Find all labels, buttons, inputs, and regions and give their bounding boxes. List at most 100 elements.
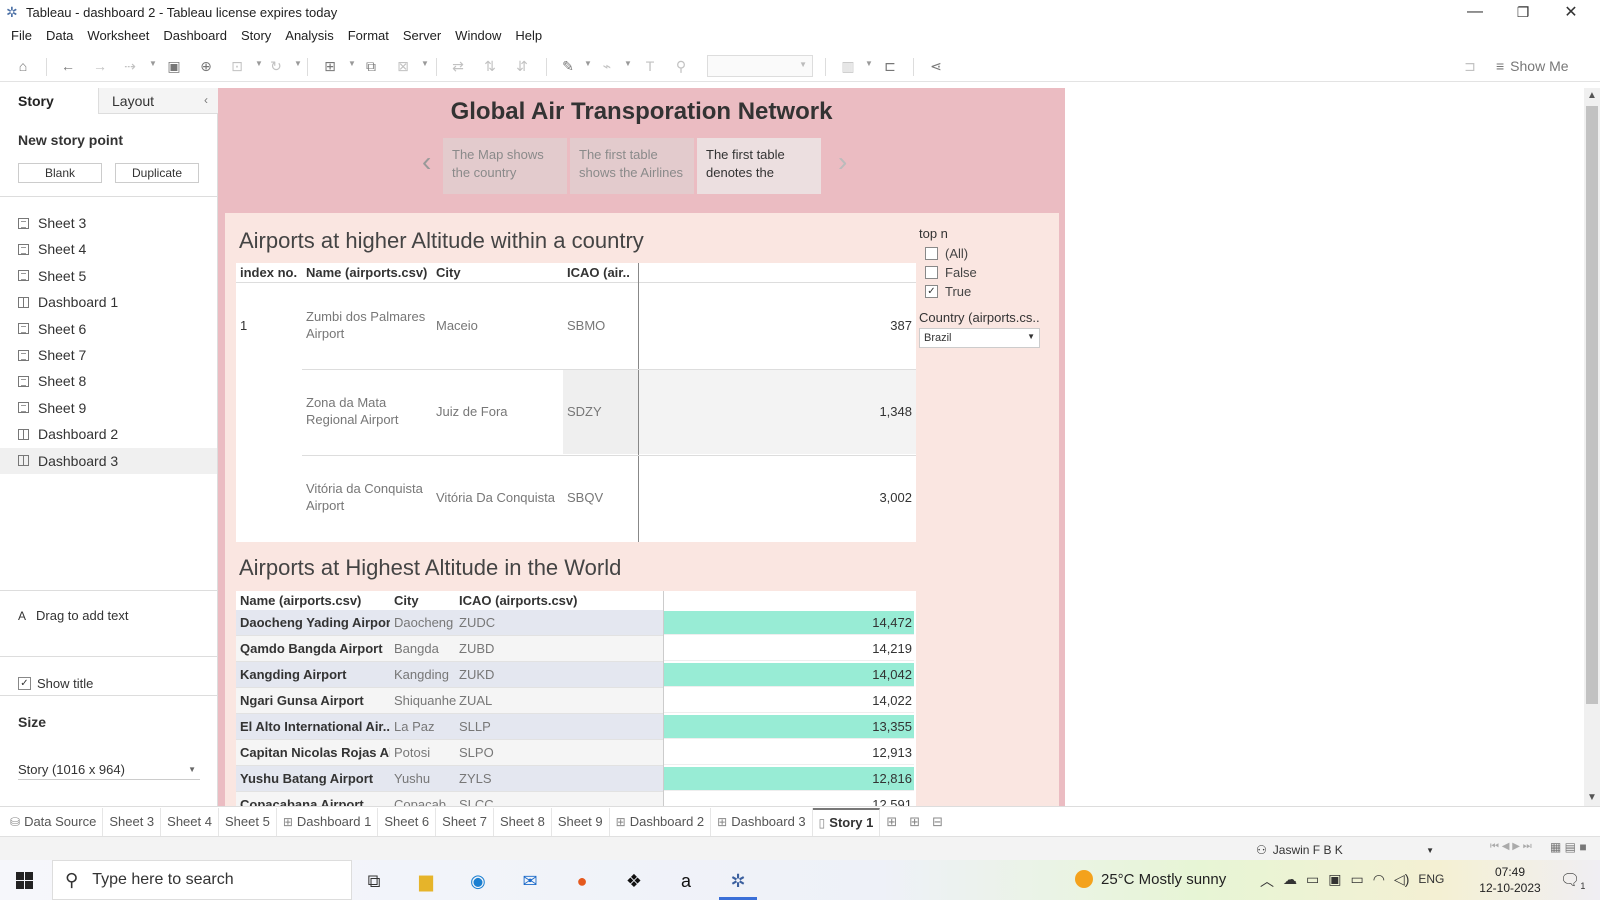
blank-button[interactable]: Blank	[18, 163, 102, 183]
tab-sheet-5[interactable]: Sheet 5	[219, 807, 277, 836]
home-icon[interactable]: ⌂	[13, 56, 33, 76]
redo-icon[interactable]: →	[90, 56, 110, 76]
collapse-panel-icon[interactable]: ‹	[204, 93, 208, 107]
table1[interactable]: index no. Name (airports.csv) City ICAO (ai…	[236, 263, 916, 542]
tab-layout[interactable]: Layout	[98, 88, 218, 114]
chevron-up-icon[interactable]: ︿	[1260, 871, 1274, 891]
new-dashboard-tab-icon[interactable]: ⊞	[903, 814, 926, 830]
fit-combo[interactable]: ▼	[707, 55, 813, 77]
sheet-item-dashboard-3[interactable]: Dashboard 3	[0, 447, 217, 474]
menu-server[interactable]: Server	[396, 28, 448, 43]
user-menu[interactable]: ⚇ Jaswin F B K ▼	[1252, 841, 1438, 859]
volume-icon[interactable]: ◁)	[1394, 871, 1409, 891]
filter-option-all[interactable]: (All)	[925, 246, 968, 261]
table2[interactable]: Name (airports.csv) City ICAO (airports.cs…	[236, 591, 916, 806]
sheet-item-sheet-6[interactable]: Sheet 6	[0, 316, 217, 342]
prev-story-point-icon[interactable]: ‹	[422, 146, 431, 178]
cloud-icon[interactable]: ☁	[1283, 871, 1297, 891]
tab-data-source[interactable]: ⛁ Data Source	[4, 807, 104, 836]
story-point-3[interactable]: The first table denotes the	[697, 138, 821, 194]
menu-format[interactable]: Format	[341, 28, 396, 43]
vertical-scrollbar[interactable]: ▲ ▼	[1584, 88, 1600, 806]
menu-story[interactable]: Story	[234, 28, 278, 43]
device-icon[interactable]: ▭	[1306, 871, 1319, 891]
tab-sheet-9[interactable]: Sheet 9	[552, 807, 610, 836]
story-point-2[interactable]: The first table shows the Airlines	[570, 138, 694, 194]
taskbar-search[interactable]: ⚲ Type here to search	[52, 860, 352, 900]
menu-dashboard[interactable]: Dashboard	[156, 28, 234, 43]
tab-sheet-6[interactable]: Sheet 6	[378, 807, 437, 836]
scroll-down-icon[interactable]: ▼	[1587, 792, 1597, 803]
close-button[interactable]: ✕	[1548, 0, 1594, 24]
sheet-item-sheet-7[interactable]: Sheet 7	[0, 342, 217, 368]
table1-header[interactable]: City	[436, 265, 461, 280]
fit-icon[interactable]: ▥	[838, 56, 858, 76]
tab-sheet-4[interactable]: Sheet 4	[161, 807, 219, 836]
table1-header[interactable]: Name (airports.csv)	[306, 265, 427, 280]
weather-widget[interactable]: 25°C Mostly sunny	[1075, 870, 1226, 888]
filter-option-false[interactable]: False	[925, 265, 977, 280]
sheet-item-dashboard-2[interactable]: Dashboard 2	[0, 421, 217, 447]
story-point-1[interactable]: The Map shows the country	[443, 138, 567, 194]
sheet-item-dashboard-1[interactable]: Dashboard 1	[0, 289, 217, 315]
page-nav-icons[interactable]: ⏮ ◀ ▶ ⏭	[1490, 841, 1532, 852]
table1-header[interactable]: ICAO (air..	[567, 265, 630, 280]
tab-dashboard-2[interactable]: ⊞ Dashboard 2	[610, 807, 712, 836]
scroll-up-icon[interactable]: ▲	[1587, 90, 1597, 101]
sort-descending-icon[interactable]: ⇵	[512, 56, 532, 76]
save-icon[interactable]: ▣	[164, 56, 184, 76]
amazon-icon[interactable]: a	[673, 868, 699, 894]
tab-dashboard-3[interactable]: ⊞ Dashboard 3	[711, 807, 813, 836]
edge-icon[interactable]: ◉	[465, 868, 491, 894]
show-title-checkbox[interactable]: ✓ Show title	[18, 676, 93, 691]
mail-icon[interactable]: ✉	[517, 868, 543, 894]
tooltip-icon[interactable]: ⊐	[1460, 56, 1480, 76]
menu-help[interactable]: Help	[508, 28, 549, 43]
table2-header[interactable]: Name (airports.csv)	[240, 593, 361, 608]
show-me-button[interactable]: ≡ Show Me	[1496, 56, 1569, 76]
presentation-mode-icon[interactable]: ⊏	[880, 56, 900, 76]
clock[interactable]: 07:49 12-10-2023	[1475, 864, 1545, 896]
firefox-icon[interactable]: ●	[569, 868, 595, 894]
replay-icon[interactable]: ⇢	[120, 56, 140, 76]
tab-sheet-7[interactable]: Sheet 7	[436, 807, 494, 836]
sheet-item-sheet-8[interactable]: Sheet 8	[0, 368, 217, 394]
new-worksheet-icon[interactable]: ⊞	[320, 56, 340, 76]
pause-updates-icon[interactable]: ⊡	[227, 56, 247, 76]
task-view-icon[interactable]: ⧉	[361, 868, 387, 894]
country-select[interactable]: Brazil ▼	[919, 328, 1040, 348]
share-icon[interactable]: ⋖	[926, 56, 946, 76]
undo-icon[interactable]: ←	[58, 56, 78, 76]
new-data-source-icon[interactable]: ⊕	[196, 56, 216, 76]
pin-icon[interactable]: ⚲	[671, 56, 691, 76]
menu-window[interactable]: Window	[448, 28, 508, 43]
menu-worksheet[interactable]: Worksheet	[80, 28, 156, 43]
size-select[interactable]: Story (1016 x 964) ▼	[18, 760, 200, 780]
tab-story[interactable]: Story	[0, 88, 98, 114]
tab-dashboard-1[interactable]: ⊞ Dashboard 1	[277, 807, 379, 836]
refresh-icon[interactable]: ↻	[266, 56, 286, 76]
sheet-item-sheet-9[interactable]: Sheet 9	[0, 395, 217, 421]
language-indicator[interactable]: ENG	[1418, 872, 1444, 891]
sort-ascending-icon[interactable]: ⇅	[480, 56, 500, 76]
group-icon[interactable]: ⌁	[597, 56, 617, 76]
display-icon[interactable]: ▣	[1328, 871, 1341, 891]
sheet-item-sheet-5[interactable]: Sheet 5	[0, 263, 217, 289]
duplicate-sheet-icon[interactable]: ⧉	[361, 56, 381, 76]
table2-header[interactable]: ICAO (airports.csv)	[459, 593, 577, 608]
wifi-icon[interactable]: ◠	[1373, 871, 1385, 891]
dropbox-icon[interactable]: ❖	[621, 868, 647, 894]
menu-data[interactable]: Data	[39, 28, 80, 43]
drag-to-add-text[interactable]: A Drag to add text	[18, 608, 129, 623]
new-story-tab-icon[interactable]: ⊟	[926, 814, 949, 830]
minimize-button[interactable]: —	[1452, 0, 1498, 24]
view-toggle-icons[interactable]: ▦ ▤ ■	[1550, 840, 1587, 854]
table2-header[interactable]: City	[394, 593, 419, 608]
scroll-thumb[interactable]	[1586, 106, 1598, 704]
highlight-icon[interactable]: ✎	[558, 56, 578, 76]
filter-option-true[interactable]: ✓ True	[925, 284, 971, 299]
sheet-item-sheet-3[interactable]: Sheet 3	[0, 210, 217, 236]
tab-sheet-8[interactable]: Sheet 8	[494, 807, 552, 836]
tableau-taskbar-icon[interactable]: ✲	[719, 868, 757, 900]
menu-analysis[interactable]: Analysis	[278, 28, 340, 43]
